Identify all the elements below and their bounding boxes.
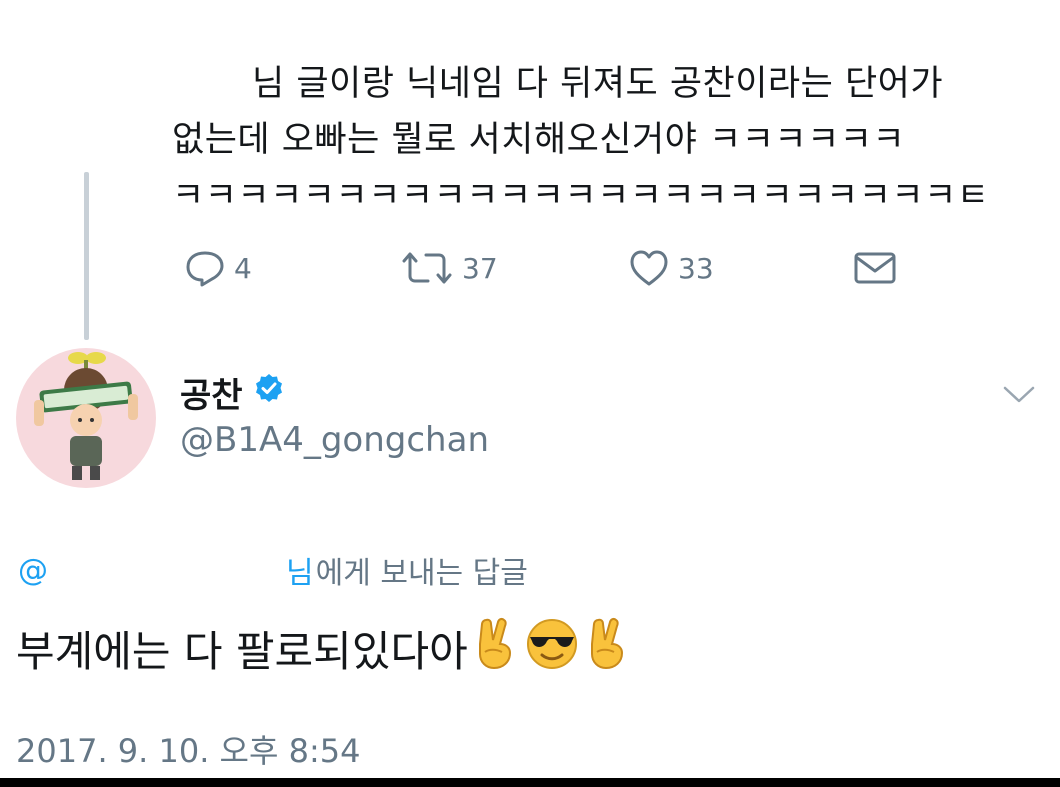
like-count: 33 xyxy=(678,251,714,285)
reply-to-suffix: 에게 보내는 답글 xyxy=(315,556,528,591)
retweet-count: 37 xyxy=(462,251,498,285)
reply-tweet-text: 부계에는 다 팔로되있다아 xyxy=(16,616,632,680)
victory-hand-icon xyxy=(472,616,520,680)
reply-icon xyxy=(184,248,226,288)
like-button[interactable]: 33 xyxy=(628,248,714,288)
envelope-icon xyxy=(852,248,898,288)
avatar-illustration xyxy=(34,352,138,480)
reply-tweet-body: 부계에는 다 팔로되있다아 xyxy=(16,626,468,676)
parent-tweet-text: 님 글이랑 닉네임 다 뒤져도 공찬이라는 단어가 없는데 오빠는 뭘로 서치해… xyxy=(172,56,1032,224)
reply-count: 4 xyxy=(234,251,252,285)
retweet-button[interactable]: 37 xyxy=(400,248,498,288)
replying-to-line: @ 님 에게 보내는 답글 xyxy=(18,548,528,592)
reply-to-name-fragment[interactable]: 님 xyxy=(286,548,314,592)
tweet-timestamp[interactable]: 2017. 9. 10. 오후 8:54 xyxy=(16,726,360,772)
avatar[interactable] xyxy=(16,348,156,488)
parent-tweet-line-1: 님 글이랑 닉네임 다 뒤져도 공찬이라는 단어가 xyxy=(252,64,944,104)
chevron-down-icon[interactable] xyxy=(1002,384,1036,410)
parent-tweet-line-3: ㅋㅋㅋㅋㅋㅋㅋㅋㅋㅋㅋㅋㅋㅋㅋㅋㅋㅋㅋㅋㅋㅋㅋㅋㅌ xyxy=(172,176,990,216)
retweet-icon xyxy=(400,248,454,288)
display-name[interactable]: 공찬 xyxy=(180,368,243,417)
direct-message-button[interactable] xyxy=(852,248,898,288)
verified-badge-icon xyxy=(253,372,285,413)
sunglasses-face-icon xyxy=(524,616,580,680)
user-handle[interactable]: @B1A4_gongchan xyxy=(180,420,489,460)
reply-to-mention[interactable]: @ xyxy=(18,553,48,588)
display-name-row[interactable]: 공찬 xyxy=(180,368,285,417)
bottom-edge-bar xyxy=(0,778,1060,787)
reply-button[interactable]: 4 xyxy=(184,248,252,288)
heart-icon xyxy=(628,248,670,288)
victory-hand-icon xyxy=(584,616,632,680)
parent-tweet-actions: 4 37 33 xyxy=(0,248,1060,292)
parent-tweet-line-2: 없는데 오빠는 뭘로 서치해오신거야 ㅋㅋㅋㅋㅋㅋ xyxy=(172,120,906,160)
